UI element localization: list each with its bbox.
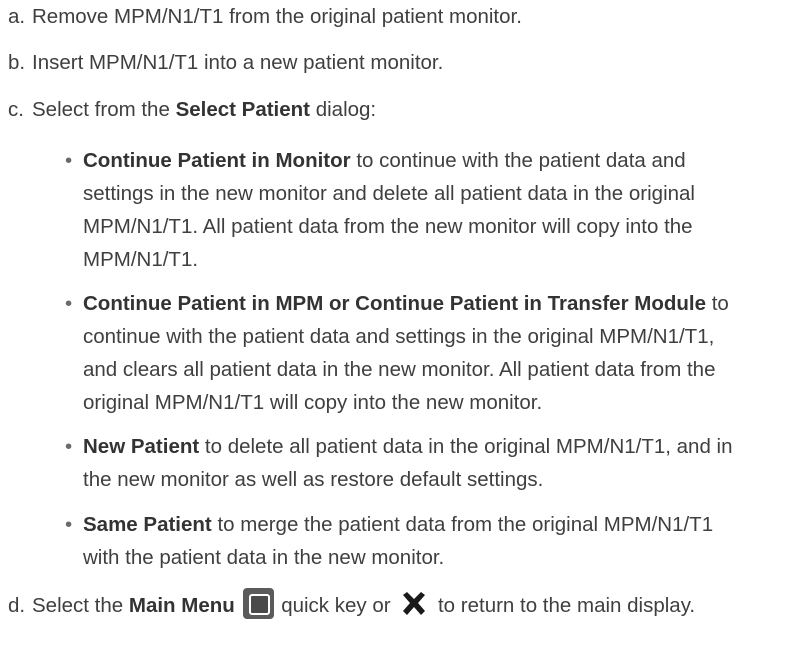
close-x-icon	[403, 592, 426, 615]
bullet-marker: •	[65, 435, 73, 458]
step-text: Remove MPM/N1/T1 from the original patie…	[32, 5, 522, 28]
step-text-tail: to return to the main display.	[432, 594, 696, 617]
option-line: the new monitor as well as restore defau…	[83, 468, 544, 491]
step-marker: c.	[8, 98, 24, 121]
step-text-tail: dialog:	[310, 98, 377, 121]
step-c: c. Select from the Select Patient dialog:	[8, 93, 798, 126]
option-line: and clears all patient data in the new m…	[83, 358, 716, 381]
option-line: with the patient data in the new monitor…	[83, 546, 445, 569]
step-marker: b.	[8, 51, 26, 74]
step-b: b. Insert MPM/N1/T1 into a new patient mo…	[8, 46, 798, 79]
option-line: to	[706, 292, 729, 315]
option-title: Continue Patient in Monitor	[83, 149, 351, 172]
step-marker: d.	[8, 594, 26, 617]
step-text: Insert MPM/N1/T1 into a new patient moni…	[32, 51, 444, 74]
step-text: Select from the	[32, 98, 176, 121]
quick-key-name: Main Menu	[128, 594, 235, 617]
option-text: Continue Patient in MPM or Continue Pati…	[83, 287, 795, 419]
option-line: to merge the patient data from the origi…	[211, 513, 714, 536]
option-title: Same Patient	[83, 513, 212, 536]
option-title: New Patient	[83, 435, 200, 458]
option-line: to delete all patient data in the origin…	[199, 435, 733, 458]
dialog-name: Select Patient	[175, 98, 311, 121]
option-text: Continue Patient in Monitor to continue …	[83, 144, 795, 276]
bullet-marker: •	[65, 149, 73, 172]
option-line: MPM/N1/T1.	[83, 248, 199, 271]
step-text: Select the	[32, 594, 129, 617]
option-line: MPM/N1/T1. All patient data from the new…	[83, 215, 693, 238]
option-title: Continue Patient in MPM or Continue Pati…	[83, 292, 706, 315]
step-text-middle: quick key or	[275, 594, 397, 617]
option-continue-patient-in-mpm: • Continue Patient in MPM or Continue Pa…	[65, 287, 795, 419]
step-a: a. Remove MPM/N1/T1 from the original pat…	[8, 0, 798, 33]
step-d: d. Select the Main Menu quick key or to r…	[8, 588, 798, 622]
bullet-marker: •	[65, 292, 73, 315]
option-line: to continue with the patient data and	[350, 149, 686, 172]
option-line: continue with the patient data and setti…	[83, 325, 715, 348]
main-menu-icon	[242, 588, 274, 619]
bullet-marker: •	[65, 513, 73, 536]
option-new-patient: • New Patient to delete all patient data…	[65, 430, 795, 496]
option-text: New Patient to delete all patient data i…	[83, 430, 795, 496]
option-same-patient: • Same Patient to merge the patient data…	[65, 508, 795, 574]
option-continue-patient-in-monitor: • Continue Patient in Monitor to continu…	[65, 144, 795, 276]
step-marker: a.	[8, 5, 26, 28]
option-text: Same Patient to merge the patient data f…	[83, 508, 795, 574]
option-line: original MPM/N1/T1 will copy into the ne…	[83, 391, 543, 414]
option-line: settings in the new monitor and delete a…	[83, 182, 695, 205]
